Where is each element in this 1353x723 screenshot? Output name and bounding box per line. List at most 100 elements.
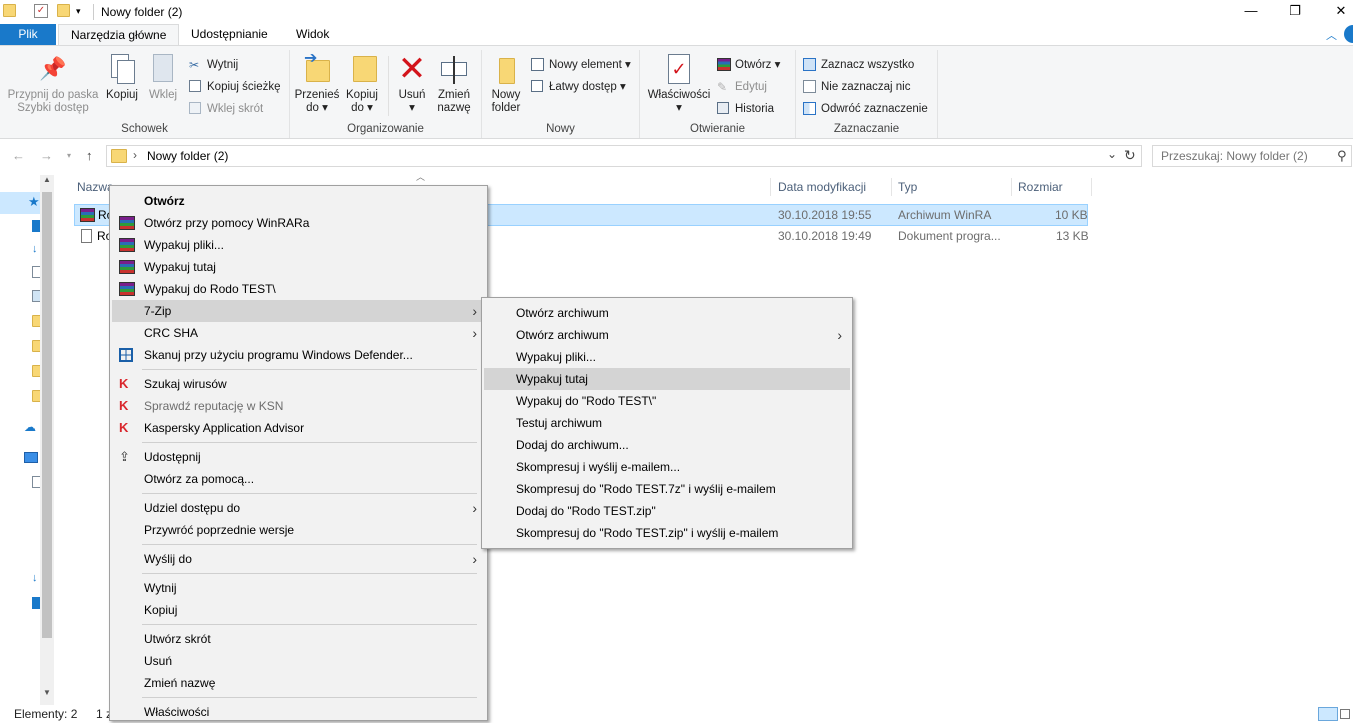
menu-item-share[interactable]: ⇪ Udostępnij — [112, 446, 485, 468]
title-divider — [93, 4, 94, 20]
menu-item-defender[interactable]: Skanuj przy użyciu programu Windows Defe… — [112, 344, 485, 366]
menu-item-send-to[interactable]: Wyślij do › — [112, 548, 485, 570]
select-all-button[interactable]: Zaznacz wszystko — [802, 56, 914, 74]
column-header-date[interactable]: Data modyfikacji — [772, 178, 892, 196]
submenu-item-extract-to[interactable]: Wypakuj do "Rodo TEST\" — [484, 390, 850, 412]
search-box[interactable]: ⚲ — [1152, 145, 1352, 167]
copy-button[interactable]: Kopiuj — [102, 52, 142, 102]
new-item-button[interactable]: Nowy element ▾ — [530, 56, 631, 74]
tab-view[interactable]: Widok — [284, 24, 341, 46]
close-button[interactable]: ✕ — [1318, 0, 1353, 24]
menu-item-create-shortcut[interactable]: Utwórz skrót — [112, 628, 485, 650]
menu-item-copy[interactable]: Kopiuj — [112, 599, 485, 621]
tab-share[interactable]: Udostępnianie — [179, 24, 280, 46]
menu-item-kaspersky-advisor[interactable]: K Kaspersky Application Advisor — [112, 417, 485, 439]
menu-item-scan-virus[interactable]: K Szukaj wirusów — [112, 373, 485, 395]
rename-button[interactable]: Zmień nazwę — [434, 52, 474, 115]
maximize-button[interactable]: ❐ — [1272, 0, 1318, 24]
up-icon[interactable]: ↑ — [86, 148, 93, 163]
submenu-item-extract-here[interactable]: Wypakuj tutaj — [484, 368, 850, 390]
edit-button[interactable]: ✎ Edytuj — [716, 78, 767, 96]
kaspersky-icon: K — [119, 398, 129, 413]
minimize-button[interactable]: — — [1228, 0, 1274, 24]
group-clipboard: 📌 Przypnij do paska Szybki dostęp Kopiuj… — [0, 50, 290, 138]
submenu-item-label: Skompresuj do "Rodo TEST.zip" i wyślij e… — [516, 526, 779, 540]
submenu-item-extract-files[interactable]: Wypakuj pliki... — [484, 346, 850, 368]
delete-button[interactable]: ✕ Usuń ▾ — [394, 52, 430, 115]
copy-path-button[interactable]: Kopiuj ścieżkę — [188, 78, 281, 96]
select-none-label: Nie zaznaczaj nic — [821, 81, 911, 93]
menu-item-extract-files[interactable]: Wypakuj pliki... — [112, 234, 485, 256]
new-folder-button[interactable]: Nowy folder — [488, 52, 524, 115]
submenu-item-add-to-zip[interactable]: Dodaj do "Rodo TEST.zip" — [484, 500, 850, 522]
submenu-item-compress-7z-email[interactable]: Skompresuj do "Rodo TEST.7z" i wyślij e-… — [484, 478, 850, 500]
submenu-item-label: Dodaj do archiwum... — [516, 438, 629, 452]
collapse-ribbon-icon[interactable]: ︿ — [1326, 27, 1337, 43]
paste-button[interactable]: Wklej — [144, 52, 182, 102]
menu-item-cut[interactable]: Wytnij — [112, 577, 485, 599]
customize-quick-access-icon[interactable]: ▾ — [76, 4, 90, 18]
submenu-item-open-archive-more[interactable]: Otwórz archiwum › — [484, 324, 850, 346]
paste-shortcut-button[interactable]: Wklej skrót — [188, 100, 263, 118]
tab-file[interactable]: Plik — [0, 24, 56, 46]
menu-item-extract-to[interactable]: Wypakuj do Rodo TEST\ — [112, 278, 485, 300]
new-folder-quick-icon[interactable] — [57, 4, 70, 17]
scroll-down-icon[interactable]: ▼ — [43, 688, 51, 697]
menu-item-open[interactable]: Otwórz — [112, 190, 485, 212]
menu-item-give-access[interactable]: Udziel dostępu do › — [112, 497, 485, 519]
search-icon[interactable]: ⚲ — [1337, 148, 1347, 164]
forward-icon[interactable]: → — [40, 148, 53, 163]
menu-item-properties[interactable]: Właściwości — [112, 701, 485, 723]
nav-scrollbar-thumb[interactable] — [42, 192, 52, 638]
refresh-icon[interactable]: ↻ — [1124, 147, 1136, 164]
this-pc-icon[interactable] — [24, 452, 38, 463]
details-view-icon[interactable] — [1318, 707, 1338, 721]
properties-button[interactable]: ✓ Właściwości ▾ — [646, 52, 712, 115]
open-button[interactable]: Otwórz ▾ — [716, 56, 780, 74]
history-button[interactable]: Historia — [716, 100, 774, 118]
search-input[interactable] — [1153, 146, 1323, 166]
address-dropdown-icon[interactable]: ⌄ — [1107, 147, 1117, 161]
folder-icon — [3, 4, 16, 17]
star-icon[interactable]: ★ — [28, 194, 40, 210]
invert-selection-button[interactable]: Odwróć zaznaczenie — [802, 100, 928, 118]
menu-item-crc-sha[interactable]: CRC SHA › — [112, 322, 485, 344]
select-none-button[interactable]: Nie zaznaczaj nic — [802, 78, 910, 96]
column-header-size[interactable]: Rozmiar — [1012, 178, 1092, 196]
move-to-button[interactable]: ➔ Przenieś do ▾ — [294, 51, 340, 115]
pin-quick-access-button[interactable]: 📌 Przypnij do paska Szybki dostęp — [6, 52, 100, 115]
menu-item-7zip[interactable]: 7-Zip › — [112, 300, 485, 322]
menu-item-restore-versions[interactable]: Przywróć poprzednie wersje — [112, 519, 485, 541]
submenu-item-compress-email[interactable]: Skompresuj i wyślij e-mailem... — [484, 456, 850, 478]
large-icons-view-icon[interactable] — [1340, 709, 1350, 719]
submenu-item-compress-zip-email[interactable]: Skompresuj do "Rodo TEST.zip" i wyślij e… — [484, 522, 850, 544]
menu-item-open-winrar[interactable]: Otwórz przy pomocy WinRARa — [112, 212, 485, 234]
menu-item-rename[interactable]: Zmień nazwę — [112, 672, 485, 694]
submenu-item-test-archive[interactable]: Testuj archiwum — [484, 412, 850, 434]
menu-item-ksn[interactable]: K Sprawdź reputację w KSN — [112, 395, 485, 417]
easy-access-button[interactable]: Łatwy dostęp ▾ — [530, 78, 626, 96]
properties-label-1: Właściwości — [647, 89, 711, 101]
tab-home[interactable]: Narzędzia główne — [58, 24, 180, 46]
file-size: 10 KB — [1055, 208, 1088, 222]
move-to-label-1: Przenieś — [294, 89, 340, 101]
column-header-type[interactable]: Typ — [892, 178, 1012, 196]
submenu-item-add-to-archive[interactable]: Dodaj do archiwum... — [484, 434, 850, 456]
copy-to-button[interactable]: Kopiuj do ▾ — [342, 52, 382, 115]
recent-locations-icon[interactable]: ▾ — [67, 151, 71, 160]
new-folder-label-2: folder — [491, 102, 521, 114]
address-bar[interactable]: › Nowy folder (2) ⌄ — [106, 145, 1142, 167]
submenu-item-open-archive[interactable]: Otwórz archiwum — [484, 302, 850, 324]
cut-button[interactable]: ✂ Wytnij — [188, 56, 238, 74]
onedrive-icon[interactable]: ☁ — [24, 420, 36, 434]
menu-item-open-with[interactable]: Otwórz za pomocą... — [112, 468, 485, 490]
scroll-up-icon[interactable]: ▲ — [43, 175, 51, 184]
menu-item-extract-here[interactable]: Wypakuj tutaj — [112, 256, 485, 278]
breadcrumb[interactable]: Nowy folder (2) — [147, 149, 228, 163]
copy-label: Kopiuj — [106, 89, 138, 101]
menu-item-delete[interactable]: Usuń — [112, 650, 485, 672]
back-icon[interactable]: ← — [12, 148, 25, 163]
help-icon[interactable] — [1344, 25, 1353, 43]
properties-quick-icon[interactable]: ✓ — [34, 4, 48, 18]
file-date: 30.10.2018 19:49 — [778, 229, 872, 243]
